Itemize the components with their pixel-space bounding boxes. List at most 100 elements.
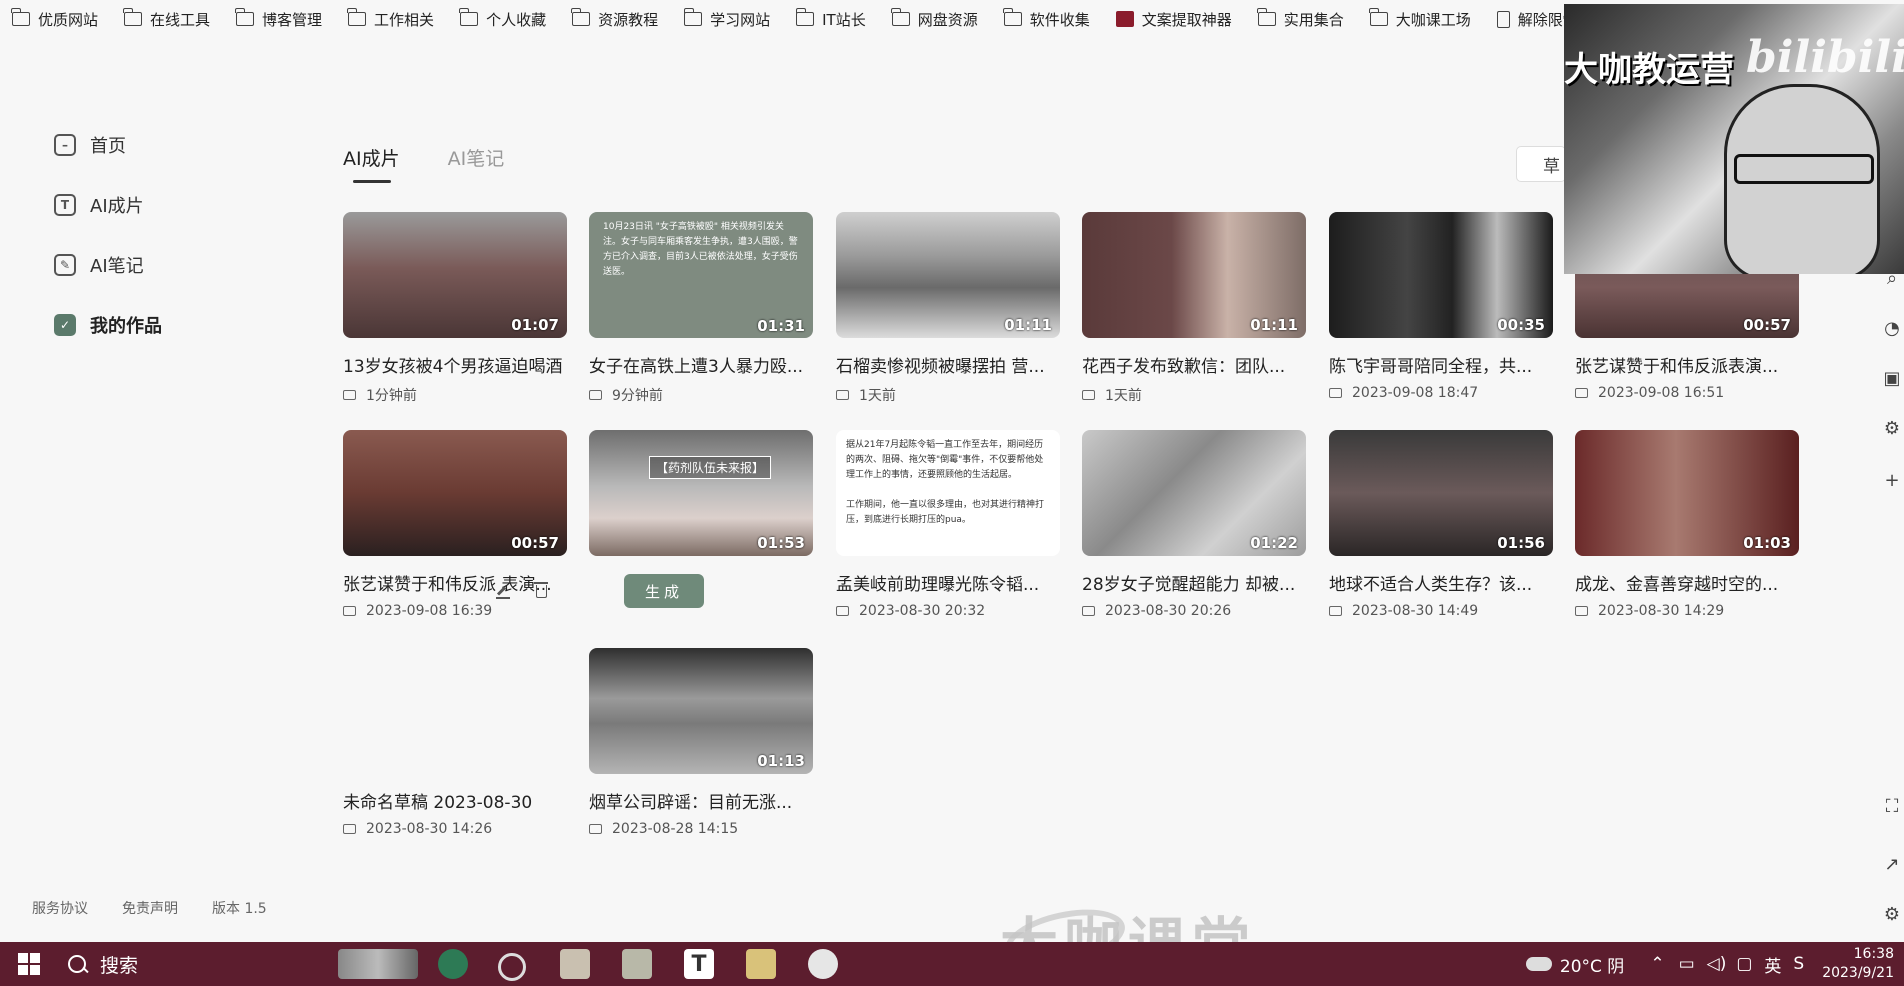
bookmark-item[interactable]: 实用集合	[1257, 8, 1344, 30]
video-title[interactable]: 烟草公司辟谣：目前无涨...	[589, 788, 813, 813]
video-thumbnail[interactable]: 01:03	[1575, 430, 1799, 556]
sogou-icon[interactable]: S	[1793, 954, 1804, 974]
sidebar-footer: 服务协议 免责声明 版本 1.5	[32, 898, 267, 918]
generate-button[interactable]: 生成	[624, 574, 704, 608]
video-thumbnail[interactable]: 01:22	[1082, 430, 1306, 556]
external-link-icon[interactable]: ↗	[1882, 854, 1902, 875]
taskbar-app-thumbnail[interactable]	[338, 949, 418, 979]
bookmark-item[interactable]: 大咖课工场	[1369, 8, 1471, 30]
gallery-icon[interactable]: ▣	[1882, 368, 1902, 389]
work-card[interactable]: 据从21年7月起陈令韬一直工作至去年，期间经历的两次、阻碍、拖欠等"倒霉"事件，…	[836, 430, 1060, 619]
video-icon	[1082, 390, 1095, 400]
gear-icon[interactable]: ⚙	[1882, 418, 1902, 439]
work-card[interactable]: 10月23日讯 "女子高铁被殴" 相关视频引发关注。女子与同车厢乘客发生争执，遭…	[589, 212, 813, 405]
network-icon[interactable]: ▭	[1679, 954, 1695, 974]
taskbar-app-beta[interactable]	[438, 949, 468, 979]
video-thumbnail[interactable]: 01:56	[1329, 430, 1553, 556]
video-thumbnail[interactable]: 【药剂队伍未来报】 01:53	[589, 430, 813, 556]
bookmark-label: 大咖课工场	[1395, 10, 1471, 29]
folder-icon	[1369, 8, 1388, 26]
bookmark-item[interactable]: 在线工具	[123, 8, 210, 30]
bookmark-item[interactable]: 博客管理	[235, 8, 322, 30]
bookmark-item[interactable]: 文案提取神器	[1115, 9, 1232, 30]
tab-ai-notes[interactable]: AI笔记	[448, 144, 505, 183]
drafts-button[interactable]: 草	[1516, 146, 1566, 182]
video-thumbnail[interactable]: 01:11	[1082, 212, 1306, 338]
taskbar-app-text[interactable]: T	[684, 949, 714, 979]
battery-icon[interactable]: ▢	[1736, 954, 1752, 974]
taskbar-app-editor[interactable]	[622, 949, 652, 979]
bookmark-item[interactable]: 学习网站	[683, 8, 770, 30]
video-thumbnail[interactable]: 01:07	[343, 212, 567, 338]
screenshot-icon[interactable]: ⛶	[1882, 796, 1902, 817]
version-label: 版本 1.5	[212, 901, 267, 917]
work-card[interactable]: 01:07 13岁女孩被4个男孩逼迫喝酒 1分钟前	[343, 212, 567, 405]
tab-ai-video[interactable]: AI成片	[343, 144, 400, 183]
trash-icon[interactable]	[534, 581, 548, 598]
sidebar-item-ai-video[interactable]: T AI成片	[54, 192, 144, 218]
sidebar-item-my-works[interactable]: ✓ 我的作品	[54, 312, 162, 338]
taskbar-app-notes[interactable]	[560, 949, 590, 979]
video-timestamp: 2023-08-30 20:26	[1105, 603, 1232, 619]
work-card[interactable]: 【药剂队伍未来报】 01:53	[589, 430, 813, 556]
bookmark-item[interactable]: 软件收集	[1003, 8, 1090, 30]
ime-lang[interactable]: 英	[1764, 952, 1781, 977]
video-title[interactable]: 28岁女子觉醒超能力 却被...	[1082, 570, 1306, 595]
webcam-overlay: 大咖教运营 bilibili	[1564, 4, 1904, 274]
video-title[interactable]: 花西子发布致歉信：团队...	[1082, 352, 1306, 377]
edit-icon[interactable]	[496, 583, 510, 599]
video-title[interactable]: 石榴卖惨视频被曝摆拍 营...	[836, 352, 1060, 377]
video-title[interactable]: 陈飞宇哥哥陪同全程，共...	[1329, 352, 1553, 377]
bookmark-item[interactable]: 网盘资源	[891, 8, 978, 30]
chevron-up-icon[interactable]: ⌃	[1650, 954, 1664, 974]
plus-icon[interactable]: +	[1882, 470, 1902, 491]
work-card[interactable]: 01:03 成龙、金喜善穿越时空的... 2023-08-30 14:29	[1575, 430, 1799, 619]
video-title[interactable]: 女子在高铁上遭3人暴力殴...	[589, 352, 813, 377]
video-thumbnail[interactable]: 00:57	[343, 430, 567, 556]
work-card[interactable]: 01:13 烟草公司辟谣：目前无涨... 2023-08-28 14:15	[589, 648, 813, 837]
bookmark-label: 实用集合	[1283, 10, 1344, 29]
bookmark-item[interactable]: 资源教程	[571, 8, 658, 30]
video-timestamp: 2023-08-30 14:29	[1598, 603, 1725, 619]
bookmark-item[interactable]: 优质网站	[11, 8, 98, 30]
bookmark-item[interactable]: 个人收藏	[459, 8, 546, 30]
taskbar-search[interactable]: 搜索	[68, 951, 138, 978]
sidebar-item-ai-notes[interactable]: ✎ AI笔记	[54, 252, 144, 278]
video-thumbnail[interactable]: 01:11	[836, 212, 1060, 338]
work-card[interactable]: 01:11 花西子发布致歉信：团队... 1天前	[1082, 212, 1306, 405]
system-tray: 20°C 阴 ⌃ ▭ ◁) ▢ 英 S 16:38 2023/9/21	[1525, 942, 1894, 986]
work-card[interactable]: 01:22 28岁女子觉醒超能力 却被... 2023-08-30 20:26	[1082, 430, 1306, 619]
video-title[interactable]: 成龙、金喜善穿越时空的...	[1575, 570, 1799, 595]
video-thumbnail[interactable]: 00:35	[1329, 212, 1553, 338]
work-card[interactable]: 未命名草稿 2023-08-30 2023-08-30 14:26	[343, 648, 567, 837]
video-thumbnail[interactable]: 10月23日讯 "女子高铁被殴" 相关视频引发关注。女子与同车厢乘客发生争执，遭…	[589, 212, 813, 338]
clock[interactable]: 16:38 2023/9/21	[1822, 945, 1894, 983]
bookmark-item[interactable]: 工作相关	[347, 8, 434, 30]
work-card[interactable]: 01:11 石榴卖惨视频被曝摆拍 营... 1天前	[836, 212, 1060, 405]
app-icon	[1115, 11, 1134, 27]
video-title[interactable]: 张艺谋赞于和伟反派表演...	[1575, 352, 1799, 377]
bookmark-item[interactable]: IT站长	[795, 8, 866, 30]
video-title[interactable]: 13岁女孩被4个男孩逼迫喝酒	[343, 352, 567, 377]
video-meta: 2023-08-30 20:26	[1082, 603, 1306, 619]
video-thumbnail[interactable]: 据从21年7月起陈令韬一直工作至去年，期间经历的两次、阻碍、拖欠等"倒霉"事件，…	[836, 430, 1060, 556]
refresh-icon[interactable]: ◔	[1882, 318, 1902, 339]
video-title[interactable]: 孟美岐前助理曝光陈令韬...	[836, 570, 1060, 595]
taskbar-app-folder[interactable]	[746, 949, 776, 979]
video-thumbnail[interactable]: 01:13	[589, 648, 813, 774]
work-card[interactable]: 00:35 陈飞宇哥哥陪同全程，共... 2023-09-08 18:47	[1329, 212, 1553, 401]
volume-icon[interactable]: ◁)	[1707, 954, 1727, 974]
video-title[interactable]: 未命名草稿 2023-08-30	[343, 788, 567, 813]
terms-link[interactable]: 服务协议	[32, 898, 88, 918]
video-title[interactable]: 地球不适合人类生存？该...	[1329, 570, 1553, 595]
taskbar-app-circle[interactable]	[498, 953, 526, 981]
video-thumbnail[interactable]	[343, 648, 567, 774]
video-duration: 01:11	[1004, 316, 1052, 334]
disclaimer-link[interactable]: 免责声明	[122, 898, 178, 918]
windows-start-icon[interactable]	[18, 953, 40, 975]
work-card[interactable]: 01:56 地球不适合人类生存？该... 2023-08-30 14:49	[1329, 430, 1553, 619]
taskbar-app-flower[interactable]	[808, 949, 838, 979]
folder-icon	[683, 8, 703, 26]
settings-icon[interactable]: ⚙	[1882, 904, 1902, 925]
sidebar-item-home[interactable]: – 首页	[54, 132, 126, 158]
